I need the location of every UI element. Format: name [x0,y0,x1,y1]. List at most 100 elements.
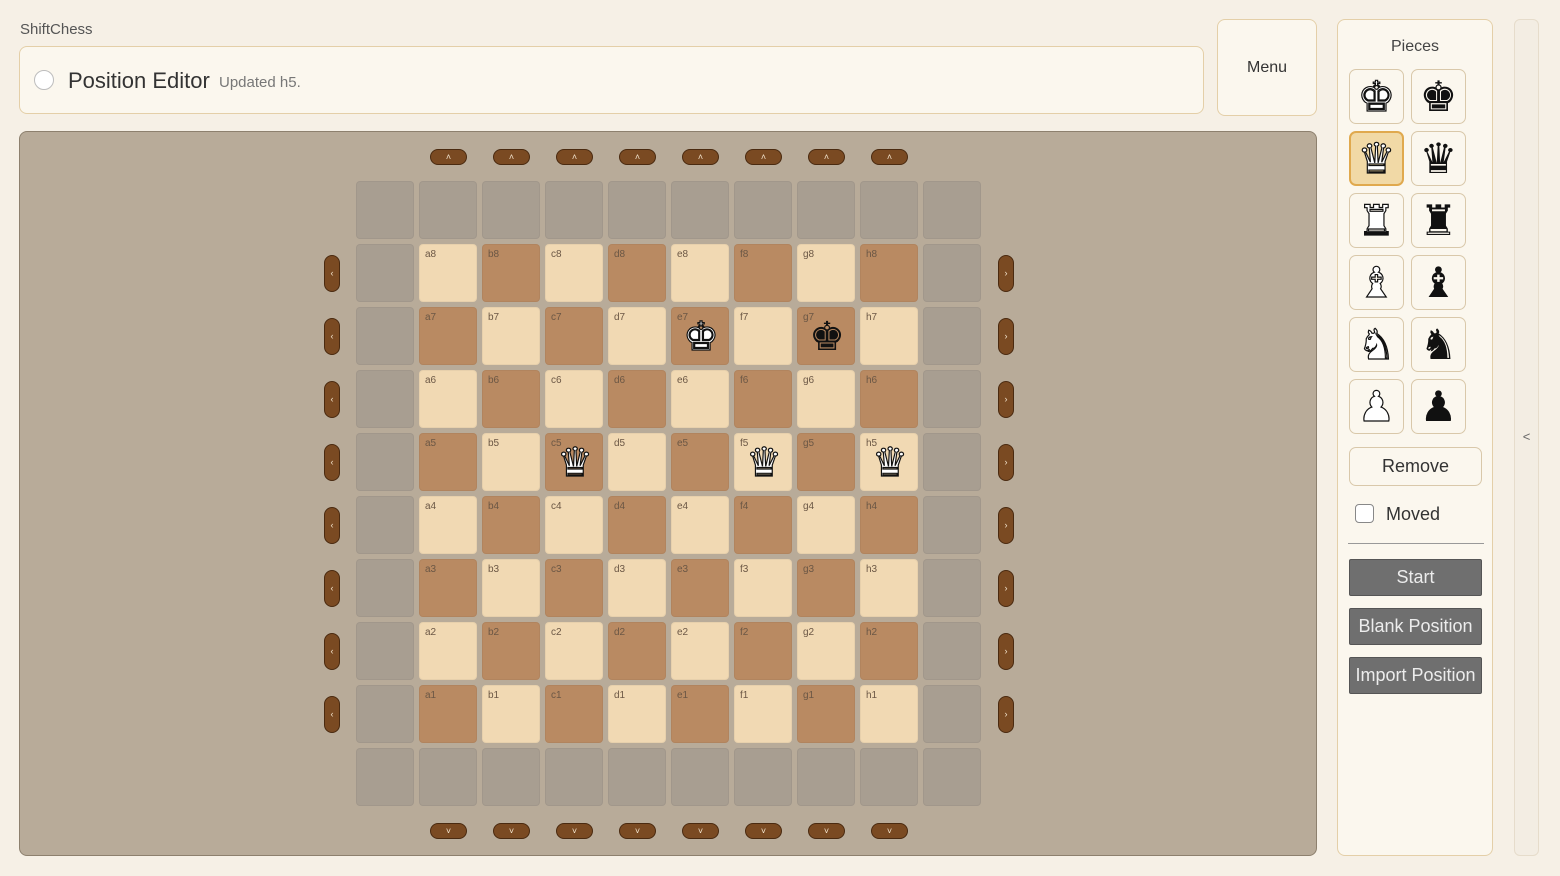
square-d2[interactable]: d2 [608,622,666,680]
shift-right-button-1[interactable]: › [998,696,1014,733]
square-h6[interactable]: h6 [860,370,918,428]
outer-square[interactable] [356,370,414,428]
shift-left-button-8[interactable]: ‹ [324,255,340,292]
square-f7[interactable]: f7 [734,307,792,365]
square-d4[interactable]: d4 [608,496,666,554]
white-pawn-icon[interactable]: ♟ [1349,379,1404,434]
square-g8[interactable]: g8 [797,244,855,302]
outer-square[interactable] [671,181,729,239]
shift-up-button-g[interactable]: ˄ [808,149,845,165]
outer-square[interactable] [356,622,414,680]
black-bishop-icon[interactable]: ♝ [1411,255,1466,310]
square-b4[interactable]: b4 [482,496,540,554]
outer-square[interactable] [356,433,414,491]
square-f6[interactable]: f6 [734,370,792,428]
square-f2[interactable]: f2 [734,622,792,680]
square-c2[interactable]: c2 [545,622,603,680]
square-e5[interactable]: e5 [671,433,729,491]
black-king-icon[interactable]: ♚ [1411,69,1466,124]
square-e4[interactable]: e4 [671,496,729,554]
shift-down-button-g[interactable]: ˅ [808,823,845,839]
outer-square[interactable] [923,433,981,491]
square-e3[interactable]: e3 [671,559,729,617]
black-knight-icon[interactable]: ♞ [1411,317,1466,372]
outer-square[interactable] [797,748,855,806]
outer-square[interactable] [860,748,918,806]
black-queen-icon[interactable]: ♛ [1411,131,1466,186]
outer-square[interactable] [419,748,477,806]
outer-square[interactable] [356,307,414,365]
square-d1[interactable]: d1 [608,685,666,743]
square-d6[interactable]: d6 [608,370,666,428]
square-h1[interactable]: h1 [860,685,918,743]
square-h5[interactable]: h5 ♛ [860,433,918,491]
square-e6[interactable]: e6 [671,370,729,428]
square-a6[interactable]: a6 [419,370,477,428]
square-a4[interactable]: a4 [419,496,477,554]
moved-checkbox[interactable] [1355,504,1374,523]
outer-square[interactable] [734,748,792,806]
outer-square[interactable] [356,496,414,554]
shift-right-button-4[interactable]: › [998,507,1014,544]
shift-up-button-c[interactable]: ˄ [556,149,593,165]
outer-square[interactable] [419,181,477,239]
square-f8[interactable]: f8 [734,244,792,302]
shift-left-button-5[interactable]: ‹ [324,444,340,481]
white-bishop-icon[interactable]: ♝ [1349,255,1404,310]
shift-down-button-b[interactable]: ˅ [493,823,530,839]
square-h4[interactable]: h4 [860,496,918,554]
square-c8[interactable]: c8 [545,244,603,302]
outer-square[interactable] [356,685,414,743]
outer-square[interactable] [482,748,540,806]
square-e2[interactable]: e2 [671,622,729,680]
square-g2[interactable]: g2 [797,622,855,680]
square-d7[interactable]: d7 [608,307,666,365]
shift-down-button-h[interactable]: ˅ [871,823,908,839]
square-a7[interactable]: a7 [419,307,477,365]
outer-square[interactable] [923,181,981,239]
square-e7[interactable]: e7 ♚ [671,307,729,365]
square-g3[interactable]: g3 [797,559,855,617]
shift-up-button-d[interactable]: ˄ [619,149,656,165]
square-f1[interactable]: f1 [734,685,792,743]
square-a8[interactable]: a8 [419,244,477,302]
outer-square[interactable] [482,181,540,239]
square-d3[interactable]: d3 [608,559,666,617]
outer-square[interactable] [356,559,414,617]
square-b2[interactable]: b2 [482,622,540,680]
shift-left-button-6[interactable]: ‹ [324,381,340,418]
outer-square[interactable] [923,748,981,806]
square-h3[interactable]: h3 [860,559,918,617]
square-a5[interactable]: a5 [419,433,477,491]
square-h2[interactable]: h2 [860,622,918,680]
white-king-icon[interactable]: ♚ [1349,69,1404,124]
shift-right-button-7[interactable]: › [998,318,1014,355]
outer-square[interactable] [671,748,729,806]
collapse-icon[interactable]: < [1515,429,1538,444]
square-b5[interactable]: b5 [482,433,540,491]
square-e1[interactable]: e1 [671,685,729,743]
square-c5[interactable]: c5 ♛ [545,433,603,491]
square-c4[interactable]: c4 [545,496,603,554]
black-king-piece[interactable]: ♚ [798,308,856,366]
outer-square[interactable] [797,181,855,239]
square-f5[interactable]: f5 ♛ [734,433,792,491]
outer-square[interactable] [923,622,981,680]
outer-square[interactable] [860,181,918,239]
white-king-piece[interactable]: ♚ [672,308,730,366]
white-queen-icon[interactable]: ♛ [1349,131,1404,186]
shift-left-button-7[interactable]: ‹ [324,318,340,355]
shift-left-button-2[interactable]: ‹ [324,633,340,670]
shift-right-button-6[interactable]: › [998,381,1014,418]
shift-right-button-5[interactable]: › [998,444,1014,481]
shift-left-button-1[interactable]: ‹ [324,696,340,733]
blank-position-button[interactable]: Blank Position [1349,608,1482,645]
square-b7[interactable]: b7 [482,307,540,365]
outer-square[interactable] [356,244,414,302]
square-a2[interactable]: a2 [419,622,477,680]
shift-right-button-2[interactable]: › [998,633,1014,670]
outer-square[interactable] [923,496,981,554]
shift-left-button-3[interactable]: ‹ [324,570,340,607]
square-a3[interactable]: a3 [419,559,477,617]
square-c3[interactable]: c3 [545,559,603,617]
